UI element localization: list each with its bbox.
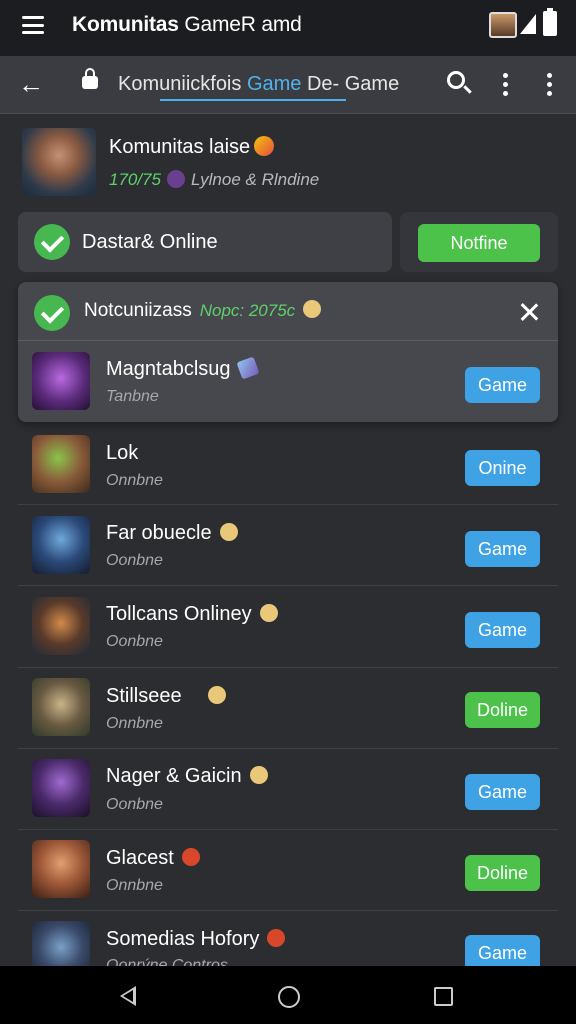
player-action-button[interactable]: Game — [465, 612, 540, 648]
signal-icon — [520, 14, 536, 34]
emoji-icon — [181, 848, 200, 866]
divider — [18, 748, 558, 749]
player-name: Glacest — [106, 847, 200, 870]
community-meta: 170/75 Lylnoe & Rlndine — [109, 170, 320, 189]
app-title: Komunitas GameR amd — [72, 13, 302, 36]
check-icon — [34, 295, 70, 331]
player-name: Lok — [106, 442, 139, 464]
player-thumbnail — [32, 759, 90, 817]
emoji-icon — [267, 929, 286, 947]
player-status: Oonbne — [106, 633, 163, 650]
player-status: Onnbne — [106, 877, 163, 894]
player-action-button[interactable]: Doline — [465, 855, 540, 891]
emoji-icon — [249, 766, 268, 784]
divider — [18, 829, 558, 830]
url-text[interactable]: Komuniickfois Game De- Game — [118, 73, 399, 96]
overflow-menu-icon[interactable] — [547, 73, 552, 100]
close-icon[interactable] — [518, 301, 540, 323]
nav-back-icon[interactable] — [120, 986, 136, 1006]
divider — [18, 504, 558, 505]
player-thumbnail — [32, 516, 90, 574]
emoji-icon — [167, 170, 185, 188]
menu-icon[interactable] — [22, 16, 44, 34]
check-icon — [34, 224, 70, 260]
community-title: Komunitas laise — [109, 136, 275, 159]
player-thumbnail — [32, 840, 90, 898]
player-thumbnail — [32, 435, 90, 493]
nav-recents-icon[interactable] — [434, 987, 453, 1006]
game-thumbnail — [32, 352, 90, 410]
status-avatar-icon — [489, 12, 517, 38]
emoji-icon — [219, 523, 238, 541]
player-status: Oonbne — [106, 796, 163, 813]
search-icon[interactable] — [447, 71, 465, 89]
player-name: Stillseee — [106, 685, 226, 708]
emoji-icon — [303, 300, 322, 318]
game-button[interactable]: Game — [465, 367, 540, 403]
pencil-icon — [235, 356, 260, 380]
address-bar: ← Komuniickfois Game De- Game — [0, 56, 576, 114]
emoji-icon — [259, 604, 278, 622]
notfine-button[interactable]: Notfine — [418, 224, 540, 262]
url-underline — [160, 99, 346, 101]
app-bar: Komunitas GameR amd — [0, 0, 576, 56]
notification-title: Notcuniizass Nopc: 2075c — [84, 300, 322, 322]
featured-status: Tanbne — [106, 388, 159, 405]
divider — [18, 585, 558, 586]
player-status: Oonbne — [106, 552, 163, 569]
community-avatar — [22, 128, 96, 196]
player-action-button[interactable]: Onine — [465, 450, 540, 486]
player-name: Far obuecle — [106, 522, 238, 545]
divider — [18, 340, 558, 341]
nav-home-icon[interactable] — [278, 986, 300, 1008]
divider — [18, 910, 558, 911]
player-status: Onnbne — [106, 472, 163, 489]
online-status-label: Dastar& Online — [82, 231, 218, 253]
player-action-button[interactable]: Game — [465, 531, 540, 567]
player-name: Somedias Hofory — [106, 928, 286, 951]
divider — [18, 667, 558, 668]
player-action-button[interactable]: Game — [465, 774, 540, 810]
player-name: Nager & Gaicin — [106, 765, 268, 788]
player-name: Tollcans Onliney — [106, 603, 278, 626]
emoji-icon — [207, 686, 226, 704]
featured-name: Magntabclsug — [106, 356, 260, 381]
player-thumbnail — [32, 597, 90, 655]
community-badge-icon — [254, 136, 275, 156]
player-action-button[interactable]: Doline — [465, 692, 540, 728]
back-arrow-icon[interactable]: ← — [18, 71, 44, 97]
more-vert-icon[interactable] — [503, 73, 508, 100]
lock-icon — [82, 68, 98, 89]
battery-icon — [543, 8, 557, 36]
player-thumbnail — [32, 678, 90, 736]
player-status: Onnbne — [106, 715, 163, 732]
